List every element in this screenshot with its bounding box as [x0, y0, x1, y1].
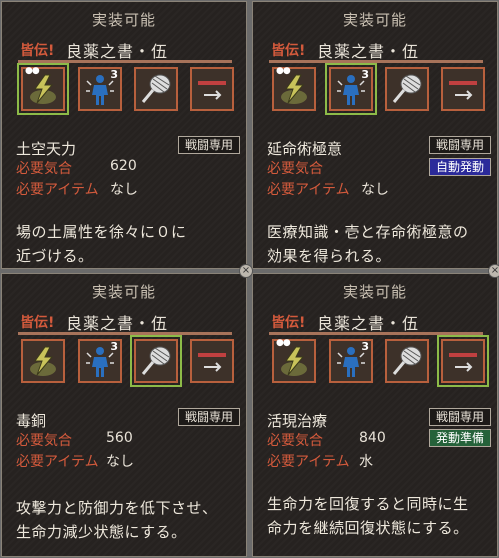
divider [269, 332, 483, 335]
skill-name: 土空天力 [16, 140, 77, 158]
status-title: 実装可能 [91, 283, 156, 301]
book-name: 良薬之書・伍 [66, 314, 169, 333]
auto-activate-badge: 自動発動 [428, 158, 491, 176]
slot-gauge[interactable] [190, 67, 234, 111]
slot-lightning[interactable] [21, 339, 65, 383]
fan-mallet-icon [392, 346, 422, 375]
slot-lightning[interactable]: ●● [17, 63, 69, 115]
description-line-2: 近づける。 [16, 247, 94, 265]
description-line-1: 場の土属性を徐々に０に [16, 223, 187, 241]
slot-gauge[interactable] [441, 67, 485, 111]
human-figure-icon [86, 347, 114, 377]
slot-gauge[interactable] [437, 335, 489, 387]
skill-panel-2: 実装可能 皆伝! 良薬之書・伍 ●● 3 延命術極意 戦闘専用 自動発動 必要気… [252, 1, 498, 269]
ki-label: 必要気合 [267, 433, 323, 449]
description-line-1: 生命力を回復すると同時に生 [267, 495, 469, 513]
item-value: 水 [359, 454, 373, 470]
item-label: 必要アイテム [267, 454, 350, 470]
arrow-gauge-icon [198, 353, 226, 372]
close-icon[interactable]: × [239, 264, 253, 278]
slot-figure[interactable]: 3 [78, 67, 122, 111]
arrow-gauge-icon [449, 353, 477, 372]
slot-gauge[interactable] [190, 339, 234, 383]
status-title: 実装可能 [342, 283, 407, 301]
item-label: 必要アイテム [267, 182, 350, 198]
slot-mallet[interactable] [130, 335, 182, 387]
skill-slots: ●● 3 [269, 63, 489, 118]
skill-panel-1: 実装可能 皆伝! 良薬之書・伍 ●● 3 土空天力 戦闘専用 必要気合 620 … [1, 1, 247, 269]
human-figure-icon [337, 347, 365, 377]
slot-mallet[interactable] [134, 67, 178, 111]
ki-label: 必要気合 [267, 161, 323, 177]
divider [18, 60, 232, 63]
item-label: 必要アイテム [16, 454, 99, 470]
ki-value: 620 [110, 158, 137, 174]
description-line-1: 攻撃力と防御力を低下させ、 [16, 499, 218, 517]
ki-label: 必要気合 [16, 433, 72, 449]
battle-only-badge: 戦闘専用 [177, 408, 240, 426]
mastery-tag: 皆伝! [271, 43, 306, 59]
item-value: なし [106, 454, 134, 470]
mastery-tag: 皆伝! [20, 315, 55, 331]
status-title: 実装可能 [342, 11, 407, 29]
description-line-2: 生命力減少状態にする。 [16, 523, 187, 541]
divider [18, 332, 232, 335]
ki-value: 560 [106, 430, 133, 446]
divider [269, 60, 483, 63]
lightning-pot-icon [30, 346, 56, 376]
slot-figure[interactable]: 3 [325, 63, 377, 115]
arrow-gauge-icon [449, 81, 477, 100]
item-label: 必要アイテム [16, 182, 99, 198]
lightning-pot-icon [30, 74, 56, 104]
book-name: 良薬之書・伍 [317, 314, 420, 333]
description-line-1: 医療知識・壱と存命術極意の [267, 223, 469, 241]
skill-panel-3: 実装可能 皆伝! 良薬之書・伍 3 毒銅 戦闘専用 必要気合 560 必要アイテ… [1, 273, 247, 557]
arrow-gauge-icon [198, 81, 226, 100]
human-figure-icon [337, 75, 365, 105]
item-value: なし [361, 182, 389, 198]
skill-slots: ●● 3 [17, 63, 238, 118]
mastery-tag: 皆伝! [20, 43, 55, 59]
slot-mallet[interactable] [385, 339, 429, 383]
human-figure-icon [86, 75, 114, 105]
description-line-2: 命力を継続回復状態にする。 [267, 519, 469, 537]
item-value: なし [110, 182, 138, 198]
slot-figure[interactable]: 3 [78, 339, 122, 383]
close-icon[interactable]: × [488, 264, 499, 278]
skill-name: 延命術極意 [267, 140, 343, 158]
slot-lightning[interactable]: ●● [272, 66, 316, 111]
slot-lightning[interactable]: ●● [272, 338, 316, 383]
description-line-2: 効果を得られる。 [267, 247, 392, 265]
ki-label: 必要気合 [16, 161, 72, 177]
activation-ready-badge: 発動準備 [428, 429, 491, 447]
status-title: 実装可能 [91, 11, 156, 29]
battle-only-badge: 戦闘専用 [177, 136, 240, 154]
book-name: 良薬之書・伍 [317, 42, 420, 61]
book-name: 良薬之書・伍 [66, 42, 169, 61]
skill-name: 活現治療 [267, 412, 328, 430]
skill-name: 毒銅 [16, 412, 47, 430]
slot-figure[interactable]: 3 [329, 339, 373, 383]
fan-mallet-icon [141, 74, 171, 103]
mastery-tag: 皆伝! [271, 315, 306, 331]
battle-only-badge: 戦闘専用 [428, 408, 491, 426]
skill-slots: ●● 3 [269, 335, 489, 390]
skill-slots: 3 [18, 335, 238, 390]
lightning-pot-icon [281, 74, 307, 104]
skill-panel-4: 実装可能 皆伝! 良薬之書・伍 ●● 3 活現治療 戦闘専用 発動準備 必要気合… [252, 273, 498, 557]
lightning-pot-icon [281, 346, 307, 376]
fan-mallet-icon [141, 346, 171, 375]
battle-only-badge: 戦闘専用 [428, 136, 491, 154]
ki-value: 840 [359, 430, 386, 446]
slot-mallet[interactable] [385, 67, 429, 111]
fan-mallet-icon [392, 74, 422, 103]
